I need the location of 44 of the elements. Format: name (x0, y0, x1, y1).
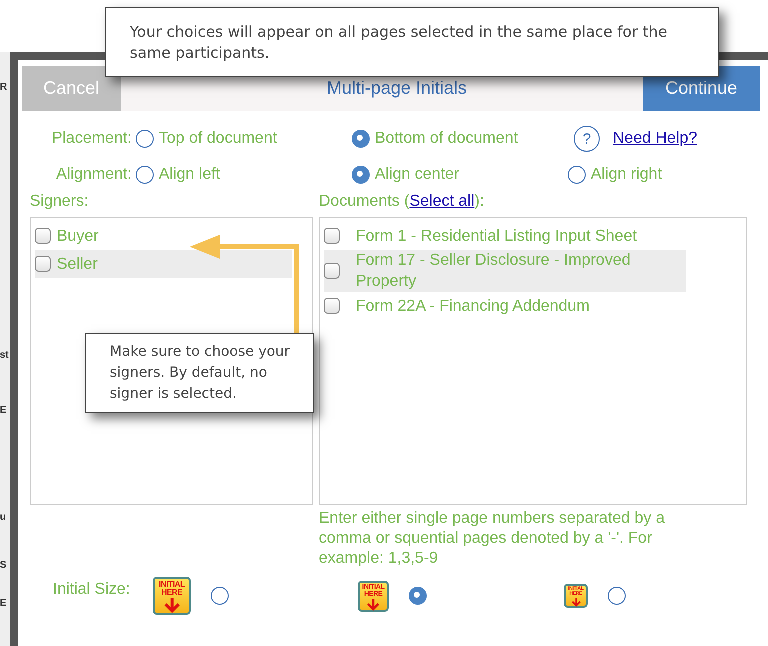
background-text: E (0, 405, 7, 416)
signers-label: Signers: (30, 193, 90, 212)
checkbox[interactable] (324, 263, 340, 279)
document-item[interactable]: Form 17 - Seller Disclosure - Improved Property (324, 250, 686, 292)
checkbox[interactable] (324, 228, 340, 244)
tooltip: Your choices will appear on all pages selected in the same place for the same participants. (105, 7, 719, 77)
radio-label: Align right (591, 166, 662, 184)
alignment-label: Alignment: (55, 166, 133, 184)
initial-size-label: Initial Size: (53, 581, 132, 599)
radio-label: Align center (375, 166, 460, 184)
radio-button[interactable] (211, 587, 229, 605)
document-item[interactable]: Form 1 - Residential Listing Input Sheet (324, 222, 686, 250)
checkbox[interactable] (324, 298, 340, 314)
background-text: st (0, 350, 9, 361)
checkbox[interactable] (35, 256, 51, 272)
background-text: E (0, 598, 7, 609)
background-text: S (0, 560, 7, 571)
radio-button[interactable] (568, 166, 586, 184)
radio-button[interactable] (136, 130, 154, 148)
documents-label: ): (474, 193, 484, 210)
radio-label: Bottom of document (375, 130, 518, 148)
background-text: R (0, 82, 8, 93)
help-link[interactable]: Need Help? (613, 130, 698, 148)
radio-button[interactable] (136, 166, 154, 184)
background-text: u (0, 512, 6, 523)
page-hint: Enter either single page numbers separated by a comma or squential pages denoted by a '-'. For example: 1,3,5-9 (319, 509, 666, 569)
signer-item[interactable]: Seller (35, 250, 292, 278)
dialog-title: Multi-page Initials (326, 78, 468, 99)
radio-label: Align left (159, 166, 220, 184)
callout-note: Make sure to choose your signers. By default, no signer is selected. (85, 333, 314, 413)
document-item[interactable]: Form 22A - Financing Addendum (324, 292, 686, 320)
radio-button[interactable] (352, 130, 370, 148)
checkbox[interactable] (35, 228, 51, 244)
help-icon[interactable]: ? (574, 126, 600, 152)
radio-label: Top of document (159, 130, 278, 148)
placement-label: Placement: (50, 130, 133, 148)
documents-label: Documents ( (319, 193, 410, 210)
radio-button[interactable] (409, 587, 427, 605)
radio-button[interactable] (352, 166, 370, 184)
radio-button[interactable] (608, 587, 626, 605)
signer-item[interactable]: Buyer (35, 222, 292, 250)
select-all-link[interactable]: Select all (410, 193, 475, 210)
initial-stamp-icon: INITIAL HERE (153, 577, 191, 615)
cancel-button[interactable]: Cancel (22, 66, 121, 111)
